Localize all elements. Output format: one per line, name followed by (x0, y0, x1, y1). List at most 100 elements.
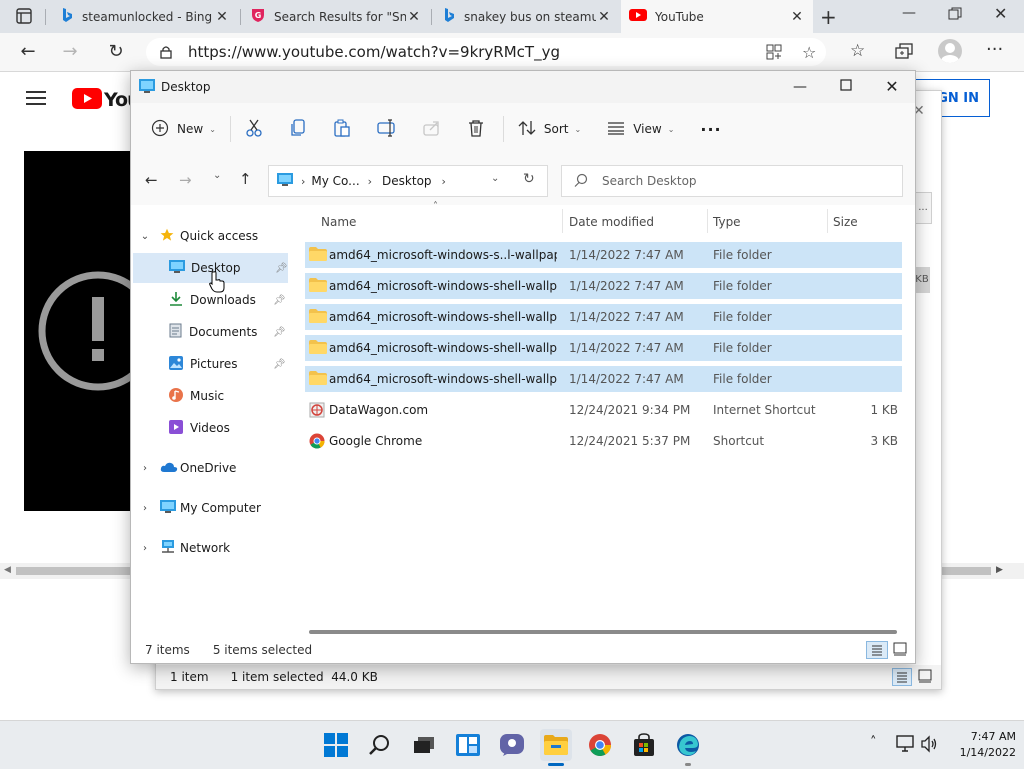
file-row[interactable]: Google Chrome 12/24/2021 5:37 PM Shortcu… (305, 428, 902, 454)
file-row[interactable]: amd64_microsoft-windows-shell-wallpa... … (305, 335, 902, 361)
large-icons-view-icon[interactable] (918, 669, 932, 686)
nav-onedrive[interactable]: › OneDrive (131, 453, 288, 483)
tab-bing-steamunlocked[interactable]: steamunlocked - Bing ✕ (52, 0, 238, 33)
cut-button[interactable] (237, 113, 271, 145)
file-row[interactable]: amd64_microsoft-windows-s..l-wallpape...… (305, 242, 902, 268)
tab-youtube[interactable]: YouTube ✕ (621, 0, 813, 33)
tab-bing-snakey[interactable]: snakey bus on steamun ✕ (434, 0, 620, 33)
file-row[interactable]: amd64_microsoft-windows-shell-wallpa... … (305, 304, 902, 330)
close-tab-icon[interactable]: ✕ (596, 9, 612, 25)
breadcrumb-item[interactable]: Desktop (382, 174, 432, 188)
add-favorite-icon[interactable]: ☆ (802, 43, 816, 62)
details-view-icon[interactable] (866, 641, 888, 659)
nav-quick-access[interactable]: ⌄ Quick access (131, 221, 288, 251)
chevron-right-icon[interactable]: › (138, 503, 152, 514)
file-explorer-taskbar-icon[interactable] (540, 729, 572, 766)
nav-my-computer[interactable]: › My Computer (131, 493, 288, 523)
refresh-icon[interactable]: ↻ (523, 171, 535, 187)
details-view-icon[interactable] (892, 668, 912, 686)
picture-icon (169, 355, 183, 373)
pin-icon[interactable]: 📌︎ (273, 295, 286, 306)
scroll-left-icon[interactable]: ◀ (4, 565, 11, 575)
breadcrumb-bar[interactable]: › My Co... › Desktop › ⌄ ↻ (268, 165, 548, 197)
overflow-button[interactable]: ... (914, 192, 932, 224)
close-tab-icon[interactable]: ✕ (406, 9, 422, 25)
close-icon[interactable]: ✕ (869, 71, 915, 103)
back-arrow-icon[interactable]: ← (16, 41, 40, 63)
nav-documents[interactable]: Documents 📌︎ (131, 317, 288, 347)
share-button[interactable] (415, 113, 449, 145)
paste-button[interactable] (325, 113, 359, 145)
settings-more-icon[interactable]: ··· (986, 39, 1003, 60)
minimize-icon[interactable]: — (777, 71, 823, 103)
nav-music[interactable]: Music (131, 381, 288, 411)
clock[interactable]: 7:47 AM 1/14/2022 (948, 729, 1016, 761)
chevron-right-icon[interactable]: › (138, 463, 152, 474)
delete-button[interactable] (459, 113, 493, 145)
show-hidden-icons-chevron-icon[interactable]: ˄ (870, 735, 877, 750)
nav-network[interactable]: › Network (131, 533, 288, 563)
scroll-right-icon[interactable]: ▶ (996, 565, 1003, 575)
network-status-icon[interactable] (896, 735, 916, 756)
maximize-icon[interactable] (823, 71, 869, 103)
column-header-type[interactable]: Type (713, 215, 741, 229)
minimize-icon[interactable]: — (902, 5, 916, 21)
pin-icon[interactable]: 📌︎ (273, 327, 286, 338)
edge-taskbar-icon[interactable] (672, 729, 704, 766)
video-player[interactable] (24, 151, 136, 511)
close-tab-icon[interactable]: ✕ (789, 9, 805, 25)
view-button[interactable]: View ⌄ (599, 113, 682, 145)
profile-avatar-icon[interactable] (938, 39, 962, 63)
back-arrow-icon[interactable]: ← (145, 171, 158, 189)
file-list-horizontal-scrollbar[interactable] (309, 630, 897, 634)
search-icon[interactable] (364, 729, 396, 761)
explorer-window[interactable]: Desktop — ✕ New ⌄ Sort ⌄ View ⌄ ··· ← → … (130, 70, 916, 664)
close-tab-icon[interactable]: ✕ (214, 9, 230, 25)
rename-button[interactable] (369, 113, 405, 145)
address-dropdown-icon[interactable]: ⌄ (491, 173, 499, 184)
forward-arrow-icon[interactable]: → (58, 41, 82, 63)
collections-icon[interactable] (895, 43, 913, 62)
restore-icon[interactable] (948, 7, 962, 24)
recent-locations-chevron-icon[interactable]: ⌄ (213, 170, 221, 181)
hamburger-menu-icon[interactable] (26, 90, 46, 109)
favorites-icon[interactable]: ☆ (850, 41, 865, 61)
column-header-name[interactable]: Name (321, 215, 356, 229)
task-view-icon[interactable] (408, 729, 440, 761)
close-window-icon[interactable]: ✕ (994, 4, 1007, 23)
file-row[interactable]: DataWagon.com 12/24/2021 9:34 PM Interne… (305, 397, 902, 423)
app-available-icon[interactable] (766, 44, 782, 63)
new-button[interactable]: New ⌄ (143, 113, 224, 145)
pin-icon[interactable]: 📌︎ (273, 359, 286, 370)
pin-icon[interactable]: 📌︎ (275, 263, 288, 274)
volume-icon[interactable] (920, 735, 938, 756)
refresh-icon[interactable]: ↻ (104, 41, 128, 63)
chevron-right-icon[interactable]: › (138, 543, 152, 554)
file-row[interactable]: amd64_microsoft-windows-shell-wallpa... … (305, 366, 902, 392)
start-windows-icon[interactable] (320, 729, 352, 761)
copy-button[interactable] (281, 113, 315, 145)
file-row[interactable]: amd64_microsoft-windows-shell-wallpa... … (305, 273, 902, 299)
new-tab-icon[interactable]: + (820, 5, 837, 29)
nav-pictures[interactable]: Pictures 📌︎ (131, 349, 288, 379)
chat-icon[interactable] (496, 729, 528, 761)
tab-actions-icon[interactable] (16, 8, 32, 24)
breadcrumb-item[interactable]: My Co... (311, 174, 359, 188)
up-arrow-icon[interactable]: ↑ (239, 170, 252, 188)
sort-button[interactable]: Sort ⌄ (510, 113, 589, 145)
bing-icon (60, 7, 74, 26)
column-header-size[interactable]: Size (833, 215, 858, 229)
widgets-icon[interactable] (452, 729, 484, 761)
chevron-down-icon[interactable]: ⌄ (138, 231, 152, 242)
large-icons-view-icon[interactable] (893, 642, 907, 659)
forward-arrow-icon[interactable]: → (179, 171, 192, 189)
chrome-taskbar-icon[interactable] (584, 729, 616, 761)
nav-videos[interactable]: Videos (131, 413, 288, 443)
column-header-date[interactable]: Date modified (569, 215, 654, 229)
tab-search-results[interactable]: G Search Results for "Snake ✕ (242, 0, 430, 33)
search-desktop-input[interactable]: Search Desktop (561, 165, 903, 197)
address-bar[interactable]: https://www.youtube.com/watch?v=9kryRMcT… (146, 38, 826, 66)
store-icon[interactable] (628, 729, 660, 761)
explorer-title-bar[interactable]: Desktop — ✕ (131, 71, 915, 103)
see-more-button[interactable]: ··· (692, 113, 729, 145)
